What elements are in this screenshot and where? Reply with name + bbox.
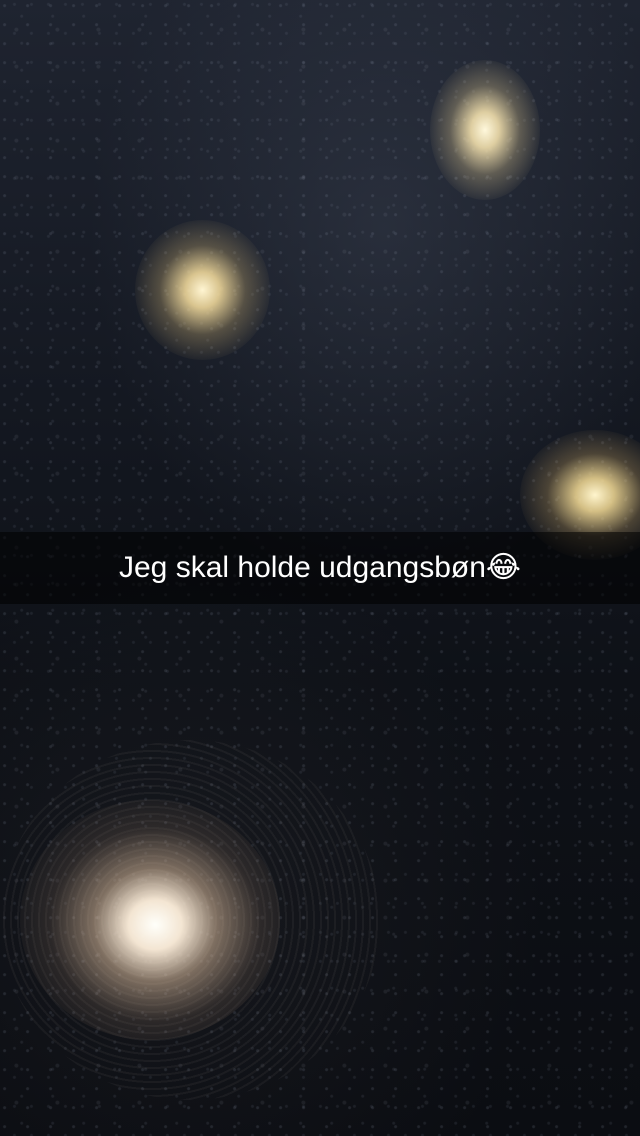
caption-text: Jeg skal holde udgangsbøn😂 — [119, 551, 521, 584]
caption-bar: Jeg skal holde udgangsbøn😂 — [0, 532, 640, 604]
snap-photo[interactable]: Jeg skal holde udgangsbøn😂 — [0, 0, 640, 1136]
